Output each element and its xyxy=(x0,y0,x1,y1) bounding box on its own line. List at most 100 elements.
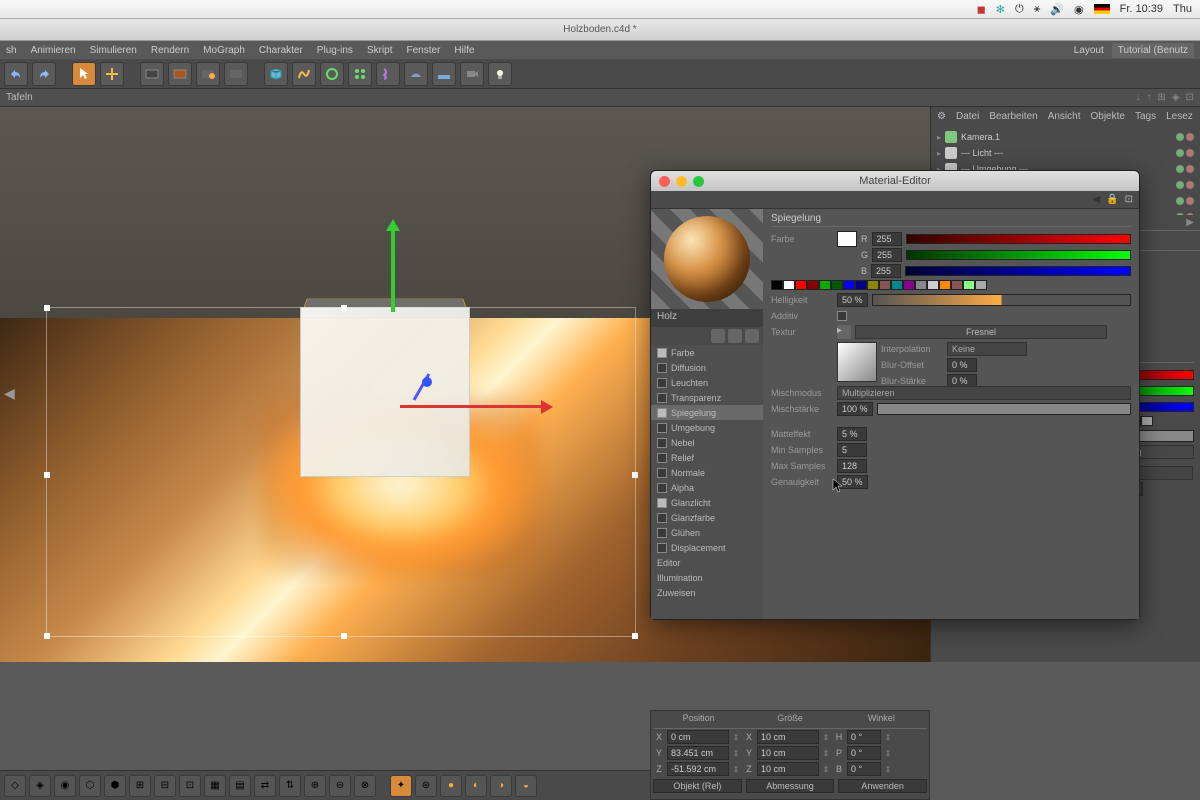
brightness-input[interactable]: 50 % xyxy=(837,293,868,307)
tool-button[interactable]: ◈ xyxy=(29,775,51,797)
lock-icon[interactable]: 🔒 xyxy=(1106,194,1118,205)
menu-item[interactable]: Hilfe xyxy=(454,45,474,56)
size-input[interactable] xyxy=(757,762,819,776)
menu-item[interactable]: Lesez xyxy=(1166,111,1193,122)
pos-input[interactable] xyxy=(667,746,729,760)
render-settings-2-button[interactable] xyxy=(224,62,248,86)
menu-icon[interactable]: ✻ xyxy=(996,3,1005,16)
environment-button[interactable] xyxy=(404,62,428,86)
color-swatch[interactable] xyxy=(843,280,855,290)
channel-row[interactable]: Illumination xyxy=(651,570,763,585)
tool-button[interactable] xyxy=(728,329,742,343)
maxsamples-input[interactable]: 128 xyxy=(837,459,867,473)
channel-row[interactable]: Umgebung xyxy=(651,420,763,435)
volume-icon[interactable]: 🔊 xyxy=(1050,3,1064,16)
layout-label[interactable]: Layout xyxy=(1074,45,1104,56)
tool-button[interactable]: ⬡ xyxy=(79,775,101,797)
channel-checkbox[interactable] xyxy=(657,468,667,478)
menu-item[interactable]: MoGraph xyxy=(203,45,245,56)
angle-input[interactable] xyxy=(847,762,881,776)
channel-checkbox[interactable] xyxy=(657,393,667,403)
tool-button[interactable]: ⊞ xyxy=(129,775,151,797)
gizmo-origin[interactable] xyxy=(422,377,432,387)
channel-row[interactable]: Farbe xyxy=(651,345,763,360)
gear-icon[interactable]: ⚙ xyxy=(937,111,946,122)
axis-x-gizmo[interactable] xyxy=(400,405,550,408)
nav-prev-icon[interactable]: ◀ xyxy=(4,385,15,402)
axis-tool[interactable]: ● xyxy=(440,775,462,797)
tool-button[interactable]: ⊡ xyxy=(179,775,201,797)
menu-item[interactable]: Ansicht xyxy=(1048,111,1081,122)
menu-item[interactable]: Fenster xyxy=(407,45,441,56)
viewport-nav-icon[interactable]: ◈ xyxy=(1172,92,1180,103)
color-swatch[interactable] xyxy=(771,280,783,290)
channel-checkbox[interactable] xyxy=(657,408,667,418)
accuracy-input[interactable]: 50 % xyxy=(837,475,868,489)
channel-checkbox[interactable] xyxy=(657,363,667,373)
axis-tool[interactable]: ✦ xyxy=(390,775,412,797)
selection-bbox[interactable] xyxy=(46,307,636,637)
axis-tool[interactable]: ◒ xyxy=(515,775,537,797)
pos-input[interactable] xyxy=(667,762,729,776)
render-settings-button[interactable] xyxy=(196,62,220,86)
material-name-input[interactable]: Holz xyxy=(651,309,763,327)
texture-action-button[interactable] xyxy=(1111,326,1131,338)
floor-button[interactable] xyxy=(432,62,456,86)
color-swatch[interactable] xyxy=(903,280,915,290)
b-slider[interactable] xyxy=(905,266,1131,276)
channel-row[interactable]: Alpha xyxy=(651,480,763,495)
tool-button[interactable]: ⇅ xyxy=(279,775,301,797)
material-preview-sphere[interactable] xyxy=(664,216,750,302)
tool-button[interactable] xyxy=(711,329,725,343)
color-swatch[interactable] xyxy=(927,280,939,290)
menu-item[interactable]: Rendern xyxy=(151,45,189,56)
blendstrength-slider[interactable] xyxy=(877,403,1131,415)
b-input[interactable]: 255 xyxy=(871,264,901,278)
color-swatch[interactable] xyxy=(879,280,891,290)
r-slider[interactable] xyxy=(906,234,1132,244)
channel-checkbox[interactable] xyxy=(657,378,667,388)
clock[interactable]: Fr. 10:39 xyxy=(1120,3,1163,15)
undo-button[interactable] xyxy=(4,62,28,86)
menu-item[interactable]: Plug-ins xyxy=(317,45,353,56)
channel-row[interactable]: Glanzfarbe xyxy=(651,510,763,525)
tab-label[interactable]: Tafeln xyxy=(6,92,33,103)
tool-button[interactable]: ⇄ xyxy=(254,775,276,797)
size-input[interactable] xyxy=(757,730,819,744)
color-swatch[interactable] xyxy=(891,280,903,290)
axis-tool[interactable]: ⊛ xyxy=(415,775,437,797)
layout-tutorial[interactable]: Tutorial (Benutz xyxy=(1112,43,1194,58)
tree-row[interactable]: ▸--- Licht --- xyxy=(937,145,1194,161)
render-view-button[interactable] xyxy=(140,62,164,86)
g-input[interactable]: 255 xyxy=(872,248,902,262)
viewport-nav-icon[interactable]: ⊞ xyxy=(1158,92,1166,103)
scroll-right-icon[interactable]: ▶ xyxy=(1186,217,1194,228)
array-button[interactable] xyxy=(348,62,372,86)
spline-button[interactable] xyxy=(292,62,316,86)
size-input[interactable] xyxy=(757,746,819,760)
blendmode-dropdown[interactable]: Multiplizieren xyxy=(837,386,1131,400)
menu-item[interactable]: Tags xyxy=(1135,111,1156,122)
color-swatch[interactable] xyxy=(831,280,843,290)
tool-button[interactable]: ◉ xyxy=(54,775,76,797)
pos-input[interactable] xyxy=(667,730,729,744)
channel-row[interactable]: Spiegelung xyxy=(651,405,763,420)
menu-item[interactable]: Charakter xyxy=(259,45,303,56)
axis-y-gizmo[interactable] xyxy=(391,222,395,312)
coord-mode-dropdown[interactable]: Abmessung xyxy=(746,779,835,793)
color-swatch[interactable] xyxy=(807,280,819,290)
window-titlebar[interactable]: Material-Editor xyxy=(651,171,1139,191)
color-swatch[interactable] xyxy=(819,280,831,290)
interp-dropdown[interactable]: Keine xyxy=(947,342,1027,356)
blendstrength-input[interactable]: 100 % xyxy=(837,402,873,416)
color-swatch[interactable] xyxy=(951,280,963,290)
color-chip[interactable] xyxy=(837,231,857,247)
color-swatch[interactable] xyxy=(1141,416,1153,426)
tool-button[interactable]: ⊗ xyxy=(354,775,376,797)
channel-row[interactable]: Displacement xyxy=(651,540,763,555)
coord-mode-dropdown[interactable]: Objekt (Rel) xyxy=(653,779,742,793)
menu-item[interactable]: Datei xyxy=(956,111,979,122)
cube-primitive-button[interactable] xyxy=(264,62,288,86)
nurbs-button[interactable] xyxy=(320,62,344,86)
menu-icon[interactable]: ◼ xyxy=(977,3,986,16)
